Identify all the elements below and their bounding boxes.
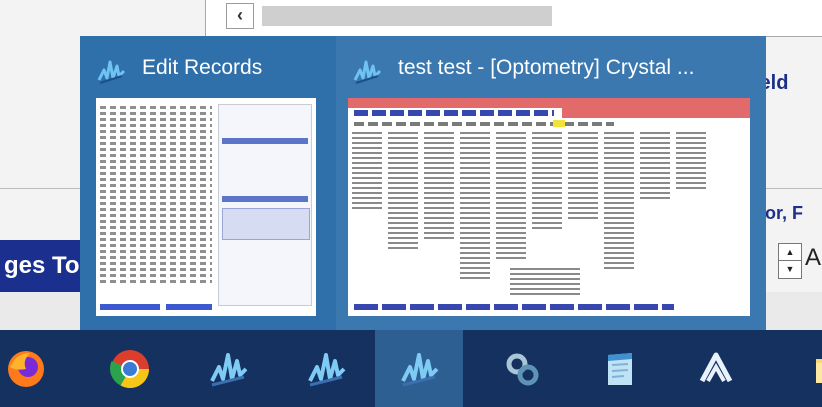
crystal-app-icon: [308, 352, 346, 386]
folder-icon: [816, 358, 822, 383]
preview-bar: [222, 196, 308, 202]
preview-column: [568, 132, 598, 222]
spinner-down-button[interactable]: ▼: [779, 261, 801, 277]
a-label: A: [805, 244, 822, 271]
thumbnail-edit-records[interactable]: Edit Records: [80, 36, 330, 330]
spinner-up-button[interactable]: ▲: [779, 244, 801, 261]
taskbar-firefox[interactable]: [0, 330, 70, 407]
taskbar: [0, 330, 822, 407]
taskbar-crystal-active[interactable]: [375, 330, 463, 407]
preview-column: [496, 132, 526, 262]
preview-header: [348, 98, 750, 108]
preview-column: [352, 132, 382, 212]
crystal-app-icon: [97, 60, 126, 84]
taskbar-crystal-2[interactable]: [282, 330, 370, 407]
preview-tabs: [354, 110, 554, 116]
notepad-icon: [608, 352, 632, 385]
taskbar-chrome[interactable]: [86, 330, 174, 407]
preview-column: [640, 132, 670, 202]
link-app-icon: [506, 353, 539, 385]
scroll-left-button[interactable]: ‹: [226, 3, 254, 29]
preview-text: [510, 268, 580, 298]
horizontal-scrollbar[interactable]: [262, 6, 552, 26]
window-preview: [348, 98, 750, 316]
preview-column: [460, 132, 490, 282]
preview-column: [604, 132, 634, 272]
ges-label-box: ges To: [0, 240, 82, 292]
preview-column: [424, 132, 454, 242]
crystal-app-icon: [401, 352, 439, 386]
window-preview: [96, 98, 316, 316]
preview-highlight: [553, 120, 565, 127]
firefox-icon: [8, 350, 44, 387]
preview-side-panel: [218, 104, 312, 306]
thumbnail-title: Edit Records: [142, 56, 263, 79]
thumbnail-title: test test - [Optometry] Crystal ...: [398, 56, 695, 79]
preview-box: [222, 208, 310, 240]
preview-button: [100, 304, 160, 310]
taskbar-crystal-1[interactable]: [184, 330, 272, 407]
color-label: lor, F: [760, 203, 804, 223]
chrome-icon: [109, 349, 150, 388]
preview-button: [166, 304, 212, 310]
preview-column: [388, 132, 418, 252]
spinner-control[interactable]: ▲ ▼: [778, 243, 802, 279]
preview-column: [532, 132, 562, 232]
taskbar-thumbnail-popup: Edit Records test test - [Optometry] Cry…: [80, 36, 766, 330]
preview-column: [676, 132, 706, 192]
preview-bar: [222, 138, 308, 144]
crystal-app-icon: [210, 352, 248, 386]
taskbar-link-app[interactable]: [478, 330, 566, 407]
preview-tabs-bottom: [354, 304, 674, 310]
atlassian-icon: [699, 352, 733, 382]
taskbar-folder[interactable]: [770, 330, 822, 407]
preview-header: [562, 108, 750, 118]
taskbar-atlassian[interactable]: [672, 330, 760, 407]
thumbnail-optometry[interactable]: test test - [Optometry] Crystal ...: [336, 36, 766, 330]
preview-list: [100, 106, 212, 286]
preview-toolbar: [354, 122, 614, 126]
taskbar-notepad[interactable]: [576, 330, 664, 407]
crystal-app-icon: [353, 60, 382, 84]
